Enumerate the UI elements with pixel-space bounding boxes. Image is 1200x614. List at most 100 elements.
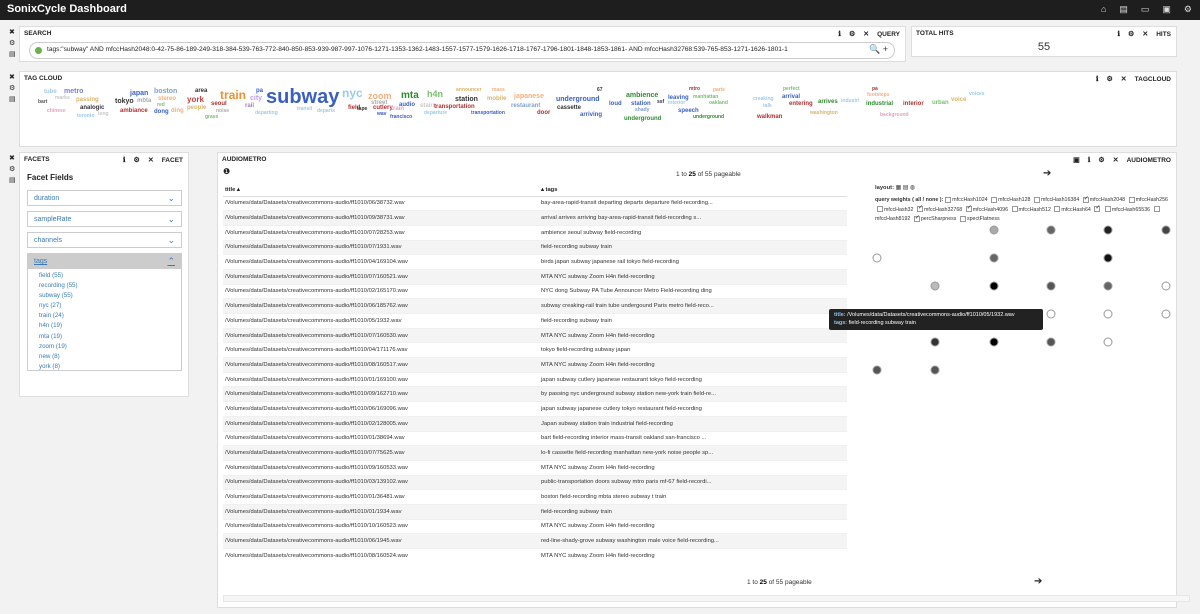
weight-checkbox[interactable]: [1054, 206, 1061, 213]
facet-value-link[interactable]: recording (55): [39, 281, 181, 291]
info-icon[interactable]: ℹ: [123, 156, 126, 164]
gear-icon[interactable]: ⚙: [1128, 30, 1134, 38]
tag-cloud-word[interactable]: urban: [932, 100, 949, 106]
table-row[interactable]: /Volumes/data/Datasets/creativecommons-a…: [223, 386, 847, 402]
close-icon[interactable]: ✕: [1113, 156, 1119, 164]
tag-cloud-word[interactable]: leaving: [668, 95, 689, 101]
weight-checkbox[interactable]: [1128, 196, 1135, 203]
tag-cloud-word[interactable]: loud: [609, 101, 622, 107]
list-layout-icon[interactable]: ▤: [903, 185, 908, 191]
tags-column-header[interactable]: ▴ tags: [539, 184, 847, 197]
save-icon[interactable]: ▣: [1073, 156, 1080, 164]
similarity-dot[interactable]: [1103, 253, 1113, 263]
tag-cloud-word[interactable]: 67: [597, 88, 603, 93]
horizontal-scrollbar[interactable]: [223, 595, 1190, 602]
facet-value-link[interactable]: field (55): [39, 271, 181, 281]
tag-cloud-word[interactable]: transportation: [471, 111, 505, 116]
similarity-dot[interactable]: [1046, 225, 1056, 235]
weight-option[interactable]: mfccHash256: [1127, 196, 1168, 203]
facet-value-link[interactable]: h4n (19): [39, 321, 181, 331]
tag-cloud-word[interactable]: background: [880, 113, 909, 118]
tag-cloud-word[interactable]: cassette: [557, 105, 581, 111]
next-page-arrow-icon[interactable]: ➔: [1043, 168, 1051, 179]
tag-cloud-word[interactable]: nyc: [342, 87, 363, 99]
gear-icon[interactable]: ⚙: [9, 39, 16, 47]
similarity-dot[interactable]: [1103, 337, 1113, 347]
tag-cloud-word[interactable]: walkman: [757, 114, 782, 120]
tag-cloud-word[interactable]: station: [455, 96, 478, 103]
table-row[interactable]: /Volumes/data/Datasets/creativecommons-a…: [223, 489, 847, 505]
table-row[interactable]: /Volumes/data/Datasets/creativecommons-a…: [223, 474, 847, 490]
table-row[interactable]: /Volumes/data/Datasets/creativecommons-a…: [223, 371, 847, 387]
similarity-dot[interactable]: [1103, 309, 1113, 319]
weight-checkbox[interactable]: [965, 204, 972, 214]
tag-cloud-word[interactable]: talk: [763, 104, 772, 109]
tag-cloud-word[interactable]: ssf: [657, 100, 664, 105]
weight-option[interactable]: mfccHash4096: [964, 204, 1008, 214]
file-icon[interactable]: ▤: [9, 95, 16, 103]
tag-cloud-word[interactable]: japan: [130, 90, 148, 97]
table-row[interactable]: /Volumes/data/Datasets/creativecommons-a…: [223, 401, 847, 417]
tag-cloud-word[interactable]: chinese: [47, 109, 66, 114]
weight-checkbox[interactable]: [916, 204, 923, 214]
tag-cloud-word[interactable]: arrives: [818, 99, 838, 105]
home-icon[interactable]: ⌂: [1101, 4, 1106, 15]
gear-icon[interactable]: ⚙: [9, 165, 16, 173]
facet-channels[interactable]: channels ⌄: [27, 232, 182, 248]
tag-cloud-word[interactable]: long: [98, 112, 109, 117]
query-text[interactable]: tags:"subway" AND mfccHash2048:0-42-75-8…: [47, 46, 867, 53]
similarity-dot[interactable]: [1046, 337, 1056, 347]
similarity-dot[interactable]: [989, 253, 999, 263]
weight-option[interactable]: mfccHash65536: [1103, 206, 1150, 213]
weight-checkbox[interactable]: [959, 215, 966, 222]
tag-cloud-word[interactable]: departs: [317, 109, 335, 114]
tag-cloud-word[interactable]: voice: [951, 97, 966, 103]
weight-checkbox[interactable]: [1082, 195, 1089, 204]
file-icon[interactable]: ▤: [1119, 4, 1128, 15]
tag-cloud-word[interactable]: interior: [668, 101, 685, 106]
tag-cloud-word[interactable]: voices: [969, 92, 985, 97]
facet-value-link[interactable]: mta (19): [39, 332, 181, 342]
table-row[interactable]: /Volumes/data/Datasets/creativecommons-a…: [223, 298, 847, 314]
weight-checkbox[interactable]: [1094, 204, 1100, 214]
tag-cloud-word[interactable]: japanese: [514, 93, 544, 100]
tag-cloud-word[interactable]: underground: [693, 115, 724, 120]
similarity-dot[interactable]: [930, 281, 940, 291]
tag-cloud-word[interactable]: interior: [903, 101, 924, 107]
weight-option[interactable]: mfccHash32: [875, 206, 913, 213]
tag-cloud-word[interactable]: seoul: [211, 101, 227, 107]
tag-cloud-word[interactable]: perfect: [783, 87, 800, 92]
table-row[interactable]: /Volumes/data/Datasets/creativecommons-a…: [223, 210, 847, 226]
tag-cloud-word[interactable]: train: [220, 89, 246, 101]
similarity-dot[interactable]: [989, 337, 999, 347]
similarity-dot[interactable]: [1046, 281, 1056, 291]
table-row[interactable]: /Volumes/data/Datasets/creativecommons-a…: [223, 533, 847, 549]
facet-value-link[interactable]: new (8): [39, 352, 181, 362]
similarity-dot[interactable]: [989, 281, 999, 291]
file-icon[interactable]: ▤: [9, 176, 16, 184]
table-row[interactable]: /Volumes/data/Datasets/creativecommons-a…: [223, 224, 847, 241]
tag-cloud-word[interactable]: departure: [424, 111, 447, 116]
table-row[interactable]: /Volumes/data/Datasets/creativecommons-a…: [223, 430, 847, 446]
weight-checkbox[interactable]: [1011, 206, 1018, 213]
tag-cloud-word[interactable]: mbta: [137, 98, 151, 104]
tag-cloud-word[interactable]: boston: [154, 88, 177, 95]
table-row[interactable]: /Volumes/data/Datasets/creativecommons-a…: [223, 268, 847, 285]
tag-cloud-word[interactable]: york: [187, 96, 204, 104]
tag-cloud-word[interactable]: city: [250, 95, 262, 102]
tag-cloud-word[interactable]: train: [391, 106, 404, 112]
weight-checkbox[interactable]: [945, 196, 952, 203]
weight-option[interactable]: mfccHash128: [989, 196, 1031, 203]
gear-icon[interactable]: ⚙: [134, 156, 140, 164]
tag-cloud-word[interactable]: arriving: [580, 112, 602, 118]
tag-cloud-word[interactable]: mtа: [401, 91, 419, 101]
similarity-dot[interactable]: [1161, 281, 1171, 291]
table-row[interactable]: /Volumes/data/Datasets/creativecommons-a…: [223, 342, 847, 358]
gear-icon[interactable]: ⚙: [849, 30, 855, 38]
weight-checkbox[interactable]: [991, 196, 998, 203]
tag-cloud-word[interactable]: shady: [635, 108, 649, 113]
grid-layout-icon[interactable]: ▦: [896, 185, 901, 191]
weight-option[interactable]: mfccHash32768: [915, 204, 962, 214]
facet-duration[interactable]: duration ⌄: [27, 190, 182, 206]
similarity-dot[interactable]: [989, 225, 999, 235]
